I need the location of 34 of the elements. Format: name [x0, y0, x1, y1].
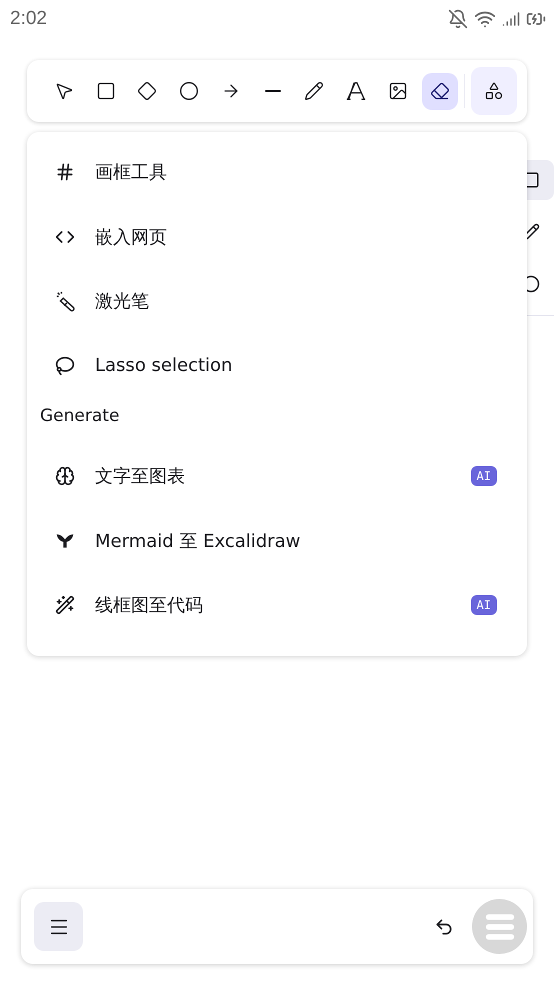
shapes-icon — [484, 81, 504, 101]
bell-off-icon — [448, 9, 468, 29]
shapes-button[interactable] — [470, 67, 518, 115]
undo-icon — [434, 916, 454, 936]
line-icon — [264, 90, 281, 92]
circle-icon — [179, 81, 200, 101]
pencil-icon — [304, 81, 324, 101]
menu-item[interactable]: 文字至图表 AI — [27, 444, 527, 508]
menu-item-label: 画框工具 — [95, 161, 168, 184]
menu-item-label: 线框图至代码 — [95, 594, 204, 618]
eraser-tool[interactable] — [422, 72, 458, 110]
menu-item[interactable]: 线框图至代码 AI — [27, 573, 527, 638]
menu-item-label: 激光笔 — [95, 290, 150, 314]
menu-item-label: 嵌入网页 — [95, 226, 168, 249]
menu-item[interactable]: 嵌入网页 — [27, 204, 527, 269]
pointer-icon — [54, 81, 74, 101]
diamond-icon — [137, 81, 158, 101]
image-icon — [388, 81, 408, 101]
menu-item-label: Mermaid 至 Excalidraw — [95, 530, 302, 553]
eraser-icon — [430, 81, 450, 101]
square-icon — [96, 81, 116, 101]
menu-item-label: Lasso selection — [95, 355, 234, 376]
signal-icon — [502, 10, 520, 28]
menu-item[interactable]: 激光笔 — [27, 269, 527, 334]
menu-item[interactable]: 画框工具 — [27, 140, 527, 204]
menu-item[interactable]: Lasso selection — [27, 334, 527, 398]
ai-tag: AI — [470, 595, 497, 616]
letter-a-icon — [345, 80, 368, 102]
ai-tag: AI — [470, 466, 497, 486]
menu-item[interactable]: Mermaid 至 Excalidraw — [27, 508, 527, 573]
menu-button[interactable] — [34, 902, 83, 951]
menu-item-label: 文字至图表 — [95, 465, 186, 488]
section-heading: Generate — [39, 405, 120, 428]
clock: 2:02 — [10, 8, 47, 30]
